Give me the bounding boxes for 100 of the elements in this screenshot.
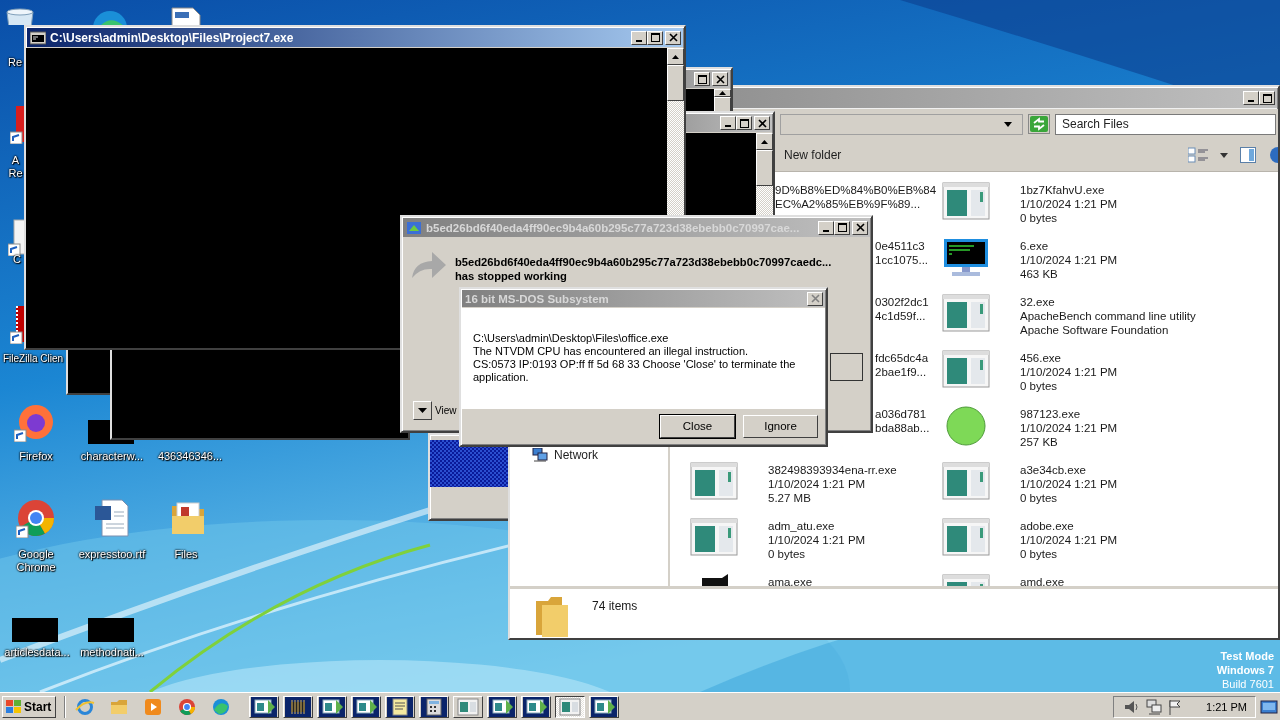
program-icon [591, 696, 618, 717]
program-button[interactable] [830, 353, 863, 381]
item-count: 74 items [592, 598, 638, 613]
file-name[interactable]: 9D%B8%ED%84%B0%EB%84 [775, 183, 937, 197]
chrome-icon [177, 696, 198, 717]
icon-label[interactable]: FileZilla Clien [3, 352, 66, 365]
speaker-icon[interactable] [1124, 698, 1141, 715]
file-detail: 1/10/2024 1:21 PM [1020, 197, 1118, 211]
monitor-icon[interactable] [942, 238, 990, 278]
file-detail: 257 KB [1020, 435, 1059, 449]
show-desktop-icon[interactable] [1260, 698, 1278, 715]
file-name[interactable]: 1bz7KfahvU.exe [1020, 183, 1118, 197]
view-options-icon[interactable] [1188, 147, 1208, 163]
file-name[interactable]: fdc65dc4a [875, 351, 929, 365]
file-name[interactable]: 456.exe [1020, 351, 1118, 365]
file-detail: 0 bytes [1020, 379, 1059, 393]
taskbar-button[interactable] [555, 695, 586, 718]
program-icon [251, 696, 278, 717]
refresh-button[interactable] [1028, 114, 1050, 134]
chrome-button[interactable] [177, 696, 198, 717]
file-name[interactable]: 382498393934ena-rr.exe [768, 463, 897, 477]
program-icon [523, 696, 550, 717]
scroll-thumb[interactable] [756, 150, 773, 186]
watermark-text: Test Mode [1219, 649, 1274, 663]
clock[interactable]: 1:21 PM [1206, 700, 1247, 713]
new-folder-button[interactable]: New folder [780, 146, 846, 164]
program-icon[interactable] [690, 518, 738, 556]
scroll-thumb[interactable] [667, 65, 684, 101]
file-detail: 1/10/2024 1:21 PM [1020, 421, 1118, 435]
maximize-button[interactable] [647, 30, 663, 45]
details-label[interactable]: View [435, 405, 457, 416]
file-detail: 0 bytes [1020, 491, 1059, 505]
file-name[interactable]: ama.exe [768, 575, 813, 586]
program-icon[interactable] [942, 518, 990, 556]
dialog-button[interactable]: Close [660, 414, 735, 438]
flag-icon[interactable] [1168, 698, 1183, 715]
close-icon [810, 294, 820, 303]
message-text: CS:0573 IP:0193 OP:ff ff 5d 68 33 Choose 'Close' to terminate the application. [473, 358, 797, 384]
thumbnail-icon[interactable] [12, 618, 58, 642]
maximize-icon [739, 118, 749, 128]
program-icon[interactable] [942, 462, 990, 500]
maximize-icon [650, 33, 660, 42]
file-name[interactable]: amd.exe [1020, 575, 1065, 586]
file-detail: 2bae1f9... [875, 365, 928, 379]
file-name[interactable]: 0e4511c3 [875, 239, 929, 253]
file-detail: 0 bytes [768, 547, 807, 561]
program-icon [353, 696, 380, 717]
scroll-up-button[interactable] [756, 133, 773, 150]
icon-label[interactable]: Re [8, 56, 23, 69]
file-name[interactable]: adobe.exe [1020, 519, 1118, 533]
start-button[interactable]: Start [2, 695, 57, 718]
file-name[interactable]: 0302f2dc1 [875, 295, 929, 309]
file-detail: 1/10/2024 1:21 PM [1020, 365, 1118, 379]
close-icon [668, 33, 678, 42]
close-icon [715, 74, 725, 84]
file-detail: 463 KB [1020, 267, 1059, 281]
file-name[interactable]: a3e34cb.exe [1020, 463, 1118, 477]
windows-logo-icon [6, 699, 22, 714]
scrollbar[interactable] [714, 89, 731, 113]
dropdown-arrow-icon [1004, 121, 1012, 127]
file-name[interactable]: 6.exe [1020, 239, 1118, 253]
expand-button[interactable] [413, 401, 432, 420]
network-icon [532, 448, 548, 462]
file-detail: EC%A2%85%EB%9F%89... [775, 197, 922, 211]
close-button[interactable] [665, 30, 681, 45]
close-icon [855, 223, 865, 232]
thumbnail-icon[interactable] [88, 618, 134, 642]
maximize-icon [1262, 93, 1272, 103]
error-subheading: has stopped working [455, 269, 568, 283]
preview-pane-icon[interactable] [1240, 147, 1256, 163]
file-name[interactable]: 987123.exe [1020, 407, 1118, 421]
chrome-icon[interactable] [16, 498, 56, 538]
file-name[interactable]: 32.exe [1020, 295, 1196, 309]
window-title: b5ed26bd6f40eda4ff90ec9b4a60b295c77a723d38ebebb0c70997cae... [426, 221, 801, 234]
firefox-icon[interactable] [14, 402, 54, 442]
program-icon[interactable] [690, 462, 738, 500]
message-text: The NTVDM CPU has encountered an illegal instruction. [473, 345, 750, 358]
help-icon[interactable] [1268, 147, 1278, 163]
chip-icon [285, 696, 312, 717]
minimize-button[interactable] [631, 30, 647, 45]
arrow-icon [412, 252, 446, 278]
program-icon[interactable] [942, 350, 990, 388]
network-icon[interactable] [1146, 698, 1163, 715]
word-document-icon[interactable] [92, 498, 132, 538]
file-name[interactable]: adm_atu.exe [768, 519, 866, 533]
program-icon[interactable] [942, 182, 990, 220]
program-icon [319, 696, 346, 717]
file-name[interactable]: a036d781 [875, 407, 930, 421]
icon-label[interactable]: A Re [8, 154, 23, 180]
refresh-icon [1030, 116, 1048, 132]
minimize-icon [636, 39, 642, 42]
program-icon[interactable] [942, 294, 990, 332]
minimize-icon [1248, 100, 1254, 102]
dialog-button[interactable]: Ignore [743, 414, 818, 438]
up-arrow-icon [672, 54, 679, 59]
nav-item[interactable]: Network [532, 448, 668, 462]
file-detail: 0 bytes [1020, 547, 1059, 561]
dropdown-arrow-icon[interactable] [1220, 152, 1228, 158]
scroll-up-button[interactable] [667, 48, 684, 65]
search-field[interactable]: Search Files [1055, 113, 1276, 135]
